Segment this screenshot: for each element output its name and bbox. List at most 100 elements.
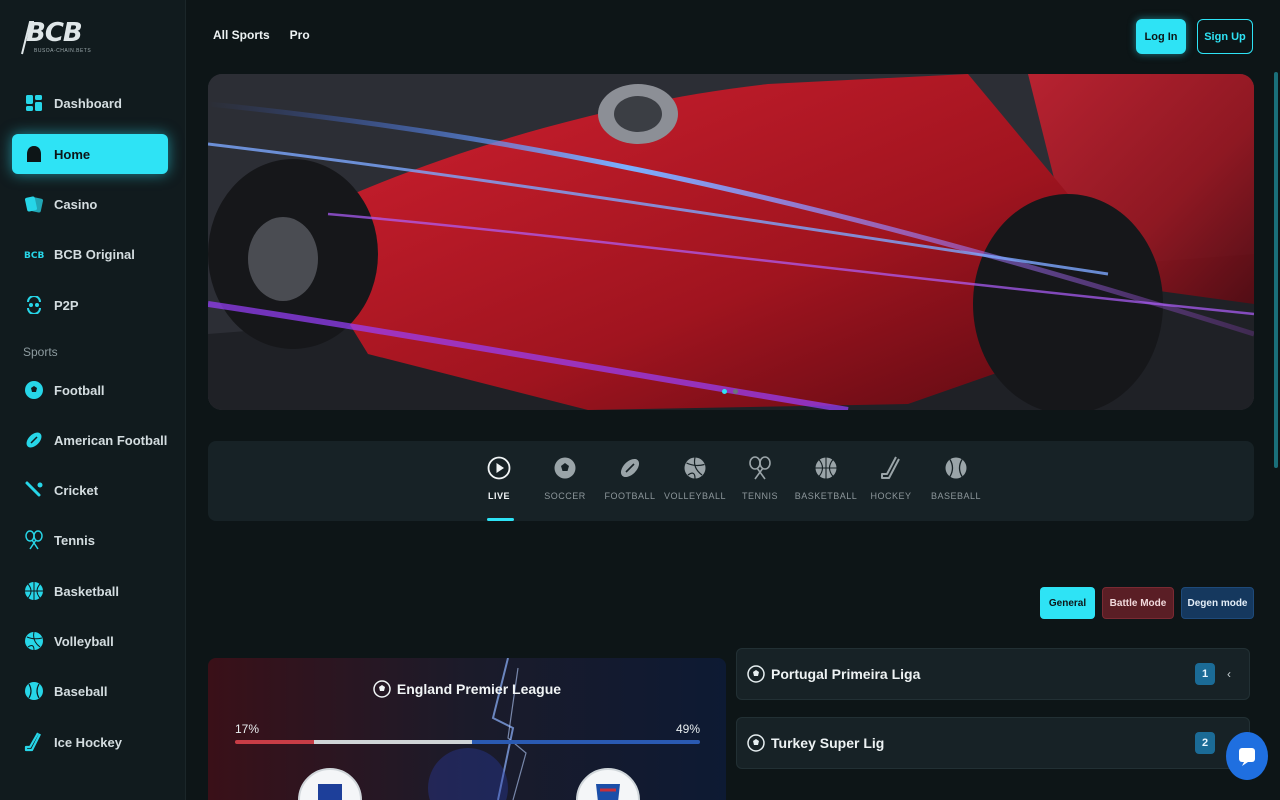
support-chat-button[interactable]	[1226, 732, 1268, 780]
sidebar-item-label: Home	[54, 146, 91, 162]
home-probability-segment	[235, 740, 315, 744]
sidebar-item-american-football[interactable]: American Football	[12, 420, 168, 460]
volleyball-icon	[24, 631, 44, 651]
away-team-crest[interactable]	[576, 768, 640, 800]
sport-tabs: LIVE SOCCER FOOTBALL VOLLEYBALL TENNIS B…	[208, 441, 1254, 521]
degen-mode-button[interactable]: Degen mode	[1181, 587, 1254, 619]
sidebar-item-bcb-original[interactable]: BCB BCB Original	[12, 234, 168, 274]
tab-label: BASKETBALL	[794, 491, 858, 501]
sidebar-item-home[interactable]: Home	[12, 134, 168, 174]
login-button[interactable]: Log In	[1136, 19, 1186, 54]
sidebar-item-label: Cricket	[54, 482, 99, 498]
sidebar-item-tennis[interactable]: Tennis	[12, 520, 168, 560]
away-probability-segment	[472, 740, 700, 744]
tab-live[interactable]: LIVE	[462, 455, 536, 501]
sidebar-item-label: American Football	[54, 432, 168, 448]
sidebar-item-p2p[interactable]: P2P	[12, 285, 168, 325]
league-row-portugal[interactable]: Portugal Primeira Liga 1 ‹	[736, 648, 1250, 700]
tab-hockey[interactable]: HOCKEY	[854, 455, 928, 501]
chevron-left-icon[interactable]: ‹	[1227, 667, 1231, 681]
cricket-icon	[24, 480, 44, 500]
sidebar-item-basketball[interactable]: Basketball	[12, 571, 168, 611]
away-win-percent: 49%	[676, 722, 701, 736]
sidebar-item-label: Casino	[54, 196, 98, 212]
sidebar-item-casino[interactable]: Casino	[12, 184, 168, 224]
nav-pro[interactable]: Pro	[290, 28, 310, 42]
tennis-icon	[747, 455, 773, 481]
sidebar-item-football[interactable]: Football	[12, 370, 168, 410]
p2p-icon	[24, 295, 44, 315]
sidebar-item-volleyball[interactable]: Volleyball	[12, 621, 168, 661]
nav-all-sports[interactable]: All Sports	[213, 28, 270, 42]
tab-baseball[interactable]: BASEBALL	[919, 455, 993, 501]
sidebar-item-label: Volleyball	[54, 633, 114, 649]
top-nav: All Sports Pro	[213, 28, 310, 42]
promo-banner[interactable]	[208, 74, 1254, 410]
sidebar-item-baseball[interactable]: Baseball	[12, 671, 168, 711]
baseball-icon	[24, 681, 44, 701]
tab-basketball[interactable]: BASKETBALL	[789, 455, 863, 501]
banner-pagination	[722, 389, 738, 394]
chat-icon	[1239, 748, 1255, 766]
soccer-ball-icon	[747, 734, 765, 752]
tab-label: TENNIS	[741, 491, 778, 501]
tab-label: BASEBALL	[930, 491, 982, 501]
basketball-icon	[24, 581, 44, 601]
league-row-turkey[interactable]: Turkey Super Lig 2	[736, 717, 1250, 769]
soccer-ball-icon	[24, 380, 44, 400]
tab-volleyball[interactable]: VOLLEYBALL	[658, 455, 732, 501]
sidebar-item-label: Basketball	[54, 583, 120, 599]
home-icon	[24, 144, 44, 164]
banner-dot[interactable]	[722, 389, 727, 394]
brand-logo[interactable]: BCB BUSOA-CHAIN.BETS	[20, 18, 98, 58]
tab-label: VOLLEYBALL	[663, 491, 727, 501]
american-football-icon	[24, 430, 44, 450]
logo-text: BCB	[26, 18, 83, 48]
general-mode-button[interactable]: General	[1040, 587, 1095, 619]
bcb-icon: BCB	[24, 244, 44, 264]
tab-soccer[interactable]: SOCCER	[528, 455, 602, 501]
ice-hockey-icon	[24, 732, 44, 752]
tab-football[interactable]: FOOTBALL	[593, 455, 667, 501]
sidebar-item-ice-hockey[interactable]: Ice Hockey	[12, 722, 168, 762]
sidebar-item-label: Tennis	[54, 532, 95, 548]
play-icon	[486, 455, 512, 481]
banner-dot[interactable]	[733, 389, 738, 394]
logo-subtitle: BUSOA-CHAIN.BETS	[34, 48, 92, 54]
sports-section-label: Sports	[23, 345, 58, 359]
sidebar: BCB BUSOA-CHAIN.BETS Dashboard Home Casi…	[0, 0, 186, 800]
sidebar-item-label: Baseball	[54, 683, 108, 699]
american-football-icon	[617, 455, 643, 481]
sidebar-item-dashboard[interactable]: Dashboard	[12, 83, 168, 123]
home-win-percent: 17%	[235, 722, 260, 736]
sidebar-item-label: Football	[54, 382, 105, 398]
dashboard-icon	[24, 93, 44, 113]
league-name: Turkey Super Lig	[771, 735, 885, 751]
race-car-image	[208, 74, 1254, 410]
sidebar-item-cricket[interactable]: Cricket	[12, 470, 168, 510]
match-league-title: England Premier League	[208, 680, 726, 701]
soccer-ball-icon	[373, 680, 391, 701]
home-team-crest[interactable]	[298, 768, 362, 800]
tab-tennis[interactable]: TENNIS	[723, 455, 797, 501]
league-name: Portugal Primeira Liga	[771, 666, 921, 682]
featured-match-card[interactable]: England Premier League 17% 49%	[208, 658, 726, 800]
tab-label: SOCCER	[544, 491, 586, 501]
page-scrollbar[interactable]	[1274, 72, 1278, 468]
match-league-name: England Premier League	[396, 681, 562, 698]
draw-probability-segment	[314, 740, 473, 744]
active-tab-indicator	[487, 518, 514, 521]
cards-icon	[24, 194, 44, 214]
volleyball-icon	[682, 455, 708, 481]
sidebar-item-label: P2P	[54, 297, 79, 313]
tab-label: LIVE	[487, 491, 510, 501]
match-count-badge: 2	[1195, 732, 1215, 754]
sidebar-item-label: Ice Hockey	[54, 734, 122, 750]
signup-button[interactable]: Sign Up	[1197, 19, 1253, 54]
baseball-icon	[943, 455, 969, 481]
battle-mode-button[interactable]: Battle Mode	[1102, 587, 1174, 619]
tab-label: HOCKEY	[870, 491, 912, 501]
win-probability-bar	[235, 740, 700, 744]
tab-label: FOOTBALL	[604, 491, 656, 501]
soccer-ball-icon	[552, 455, 578, 481]
